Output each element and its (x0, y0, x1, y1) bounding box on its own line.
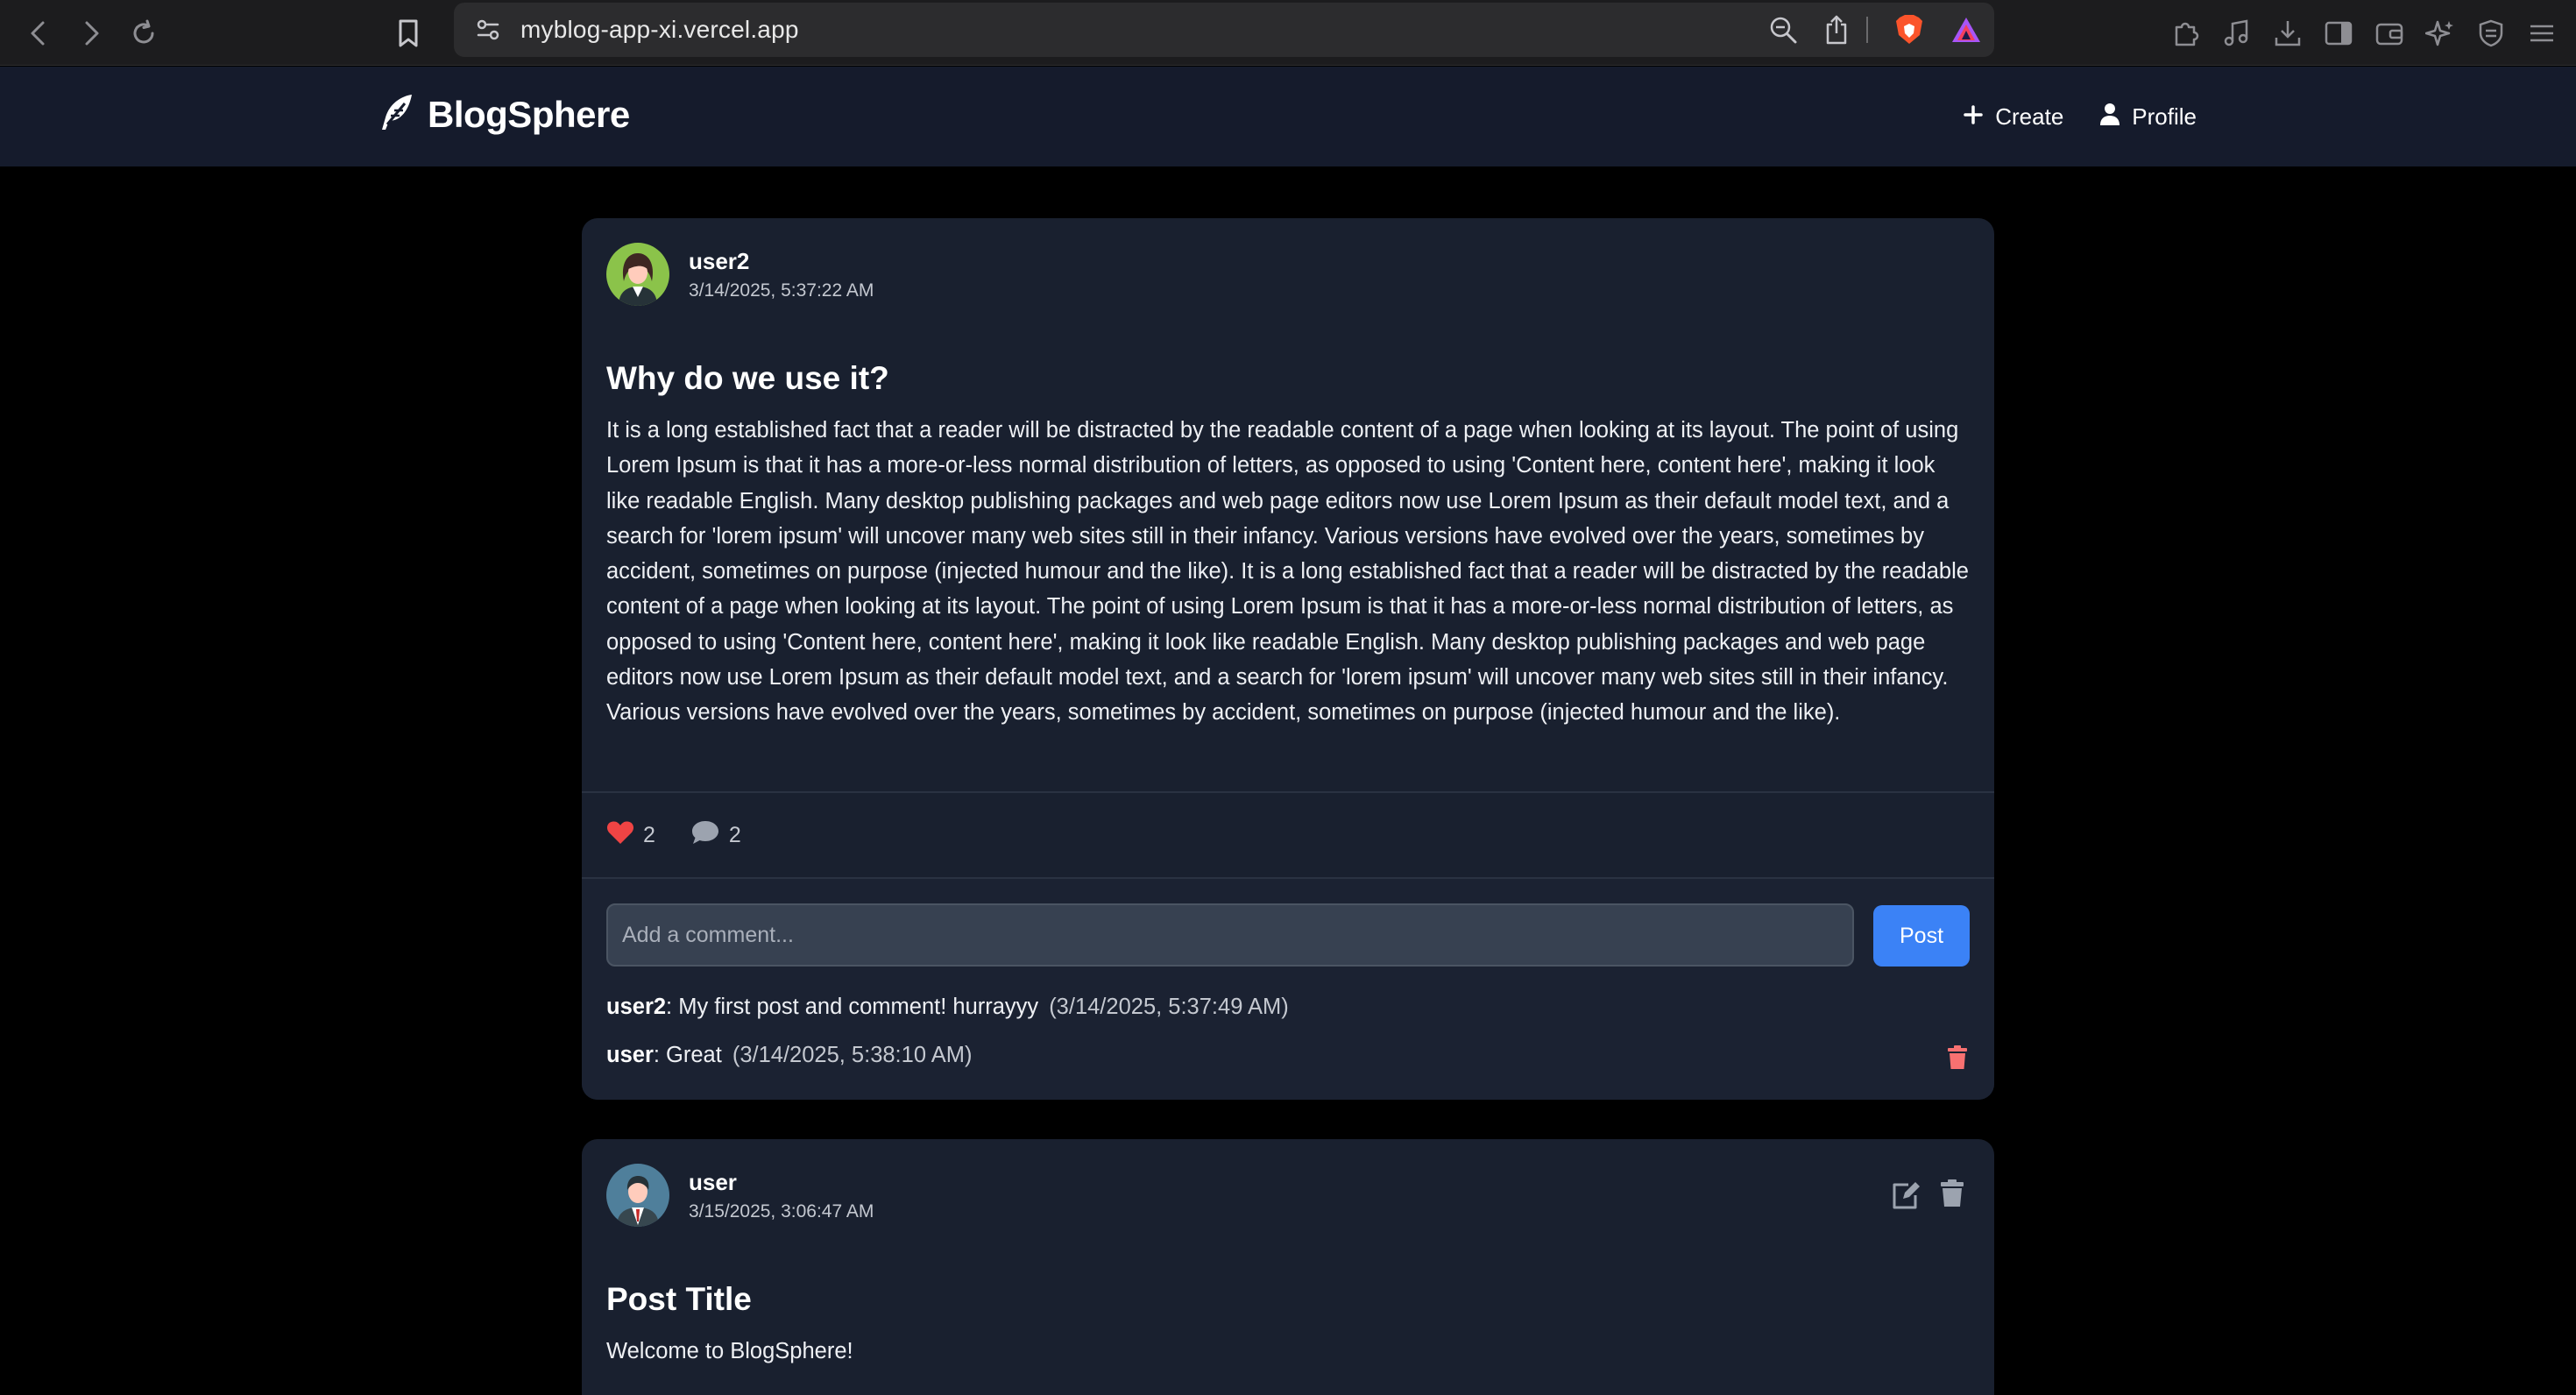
share-icon[interactable] (1824, 14, 1868, 46)
post-card: user2 3/14/2025, 5:37:22 AM Why do we us… (582, 218, 1994, 1100)
comment-time: (3/14/2025, 5:37:49 AM) (1049, 995, 1289, 1019)
edit-post-icon[interactable] (1891, 1181, 1921, 1214)
post-card: user 3/15/2025, 3:06:47 AM Post Title We… (582, 1139, 1994, 1395)
comment-input[interactable] (606, 903, 1854, 967)
post-date: 3/14/2025, 5:37:22 AM (689, 280, 874, 301)
back-icon[interactable] (12, 7, 65, 60)
media-icon[interactable] (2222, 18, 2252, 48)
feather-logo-icon (377, 91, 419, 138)
address-bar[interactable]: myblog-app-xi.vercel.app (454, 3, 1994, 57)
profile-label: Profile (2132, 103, 2197, 130)
post-body: It is a long established fact that a rea… (606, 418, 1969, 726)
post-author: user 3/15/2025, 3:06:47 AM (606, 1164, 874, 1227)
app-header: BlogSphere Create Profile (0, 67, 2576, 166)
profile-link[interactable]: Profile (2100, 103, 2197, 131)
url-text[interactable]: myblog-app-xi.vercel.app (520, 16, 799, 44)
comment-user[interactable]: user (606, 1043, 654, 1067)
reload-icon[interactable] (117, 7, 170, 60)
author-username[interactable]: user (689, 1169, 874, 1196)
header-nav: Create Profile (1964, 95, 2197, 138)
brave-rewards-icon[interactable] (1950, 16, 1982, 44)
post-title: Post Title (606, 1281, 752, 1317)
comment-text: : My first post and comment! hurrayyy (666, 995, 1039, 1019)
browser-nav (12, 0, 170, 66)
post-title: Why do we use it? (606, 360, 889, 396)
comments-toggle[interactable]: 2 (690, 819, 741, 852)
create-link[interactable]: Create (1964, 103, 2063, 131)
comment-time: (3/14/2025, 5:38:10 AM) (732, 1043, 973, 1067)
brand-link[interactable]: BlogSphere (377, 91, 630, 138)
author-username[interactable]: user2 (689, 248, 874, 275)
leo-ai-icon[interactable] (2425, 18, 2455, 48)
create-label: Create (1995, 103, 2064, 130)
post-body: Welcome to BlogSphere! (606, 1339, 853, 1363)
wallet-icon[interactable] (2374, 18, 2404, 48)
menu-icon[interactable] (2527, 18, 2557, 48)
forward-icon[interactable] (65, 7, 117, 60)
comment-text: : Great (653, 1043, 722, 1067)
like-button[interactable]: 2 (606, 820, 655, 851)
sidebar-icon[interactable] (2324, 18, 2353, 48)
vpn-shield-icon[interactable] (2476, 18, 2506, 48)
post-comment-button[interactable]: Post (1873, 905, 1970, 967)
delete-comment-icon[interactable] (1947, 1045, 1968, 1074)
heart-icon (606, 820, 634, 851)
divider (582, 791, 1994, 793)
post-author: user2 3/14/2025, 5:37:22 AM (606, 243, 874, 306)
browser-toolbar: myblog-app-xi.vercel.app (0, 0, 2576, 66)
avatar[interactable] (606, 243, 669, 306)
zoom-icon[interactable] (1768, 15, 1798, 45)
downloads-icon[interactable] (2273, 18, 2303, 48)
comment-user[interactable]: user2 (606, 995, 666, 1019)
browser-extensions (2171, 0, 2557, 66)
like-count: 2 (643, 823, 655, 847)
brave-shields-icon[interactable] (1894, 14, 1924, 46)
bookmark-icon[interactable] (396, 0, 421, 66)
plus-icon (1964, 103, 1983, 131)
delete-post-icon[interactable] (1940, 1179, 1964, 1212)
comment-icon (690, 819, 720, 852)
comment-item: user: Great (3/14/2025, 5:38:10 AM) (606, 1043, 972, 1068)
comment-item: user2: My first post and comment! hurray… (606, 995, 1289, 1020)
site-settings-icon[interactable] (475, 18, 501, 41)
avatar[interactable] (606, 1164, 669, 1227)
brand-name: BlogSphere (428, 93, 630, 135)
comment-count: 2 (728, 823, 741, 847)
post-date: 3/15/2025, 3:06:47 AM (689, 1200, 874, 1222)
user-icon (2100, 103, 2120, 131)
comment-section: Post user2: My first post and comment! h… (582, 879, 1994, 1100)
extensions-icon[interactable] (2171, 18, 2201, 48)
post-stats: 2 2 (606, 819, 741, 852)
